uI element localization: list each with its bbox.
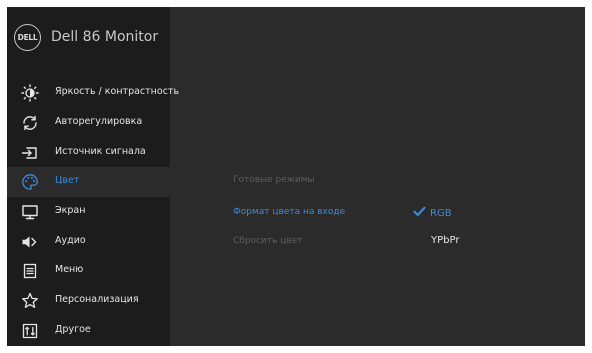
sidebar-item-label: Источник сигнала	[55, 146, 146, 157]
preset-modes-option: Готовые режимы	[233, 175, 315, 185]
sidebar-item-other[interactable]: Другое	[7, 316, 170, 346]
sidebar-item-audio[interactable]: Аудио	[7, 227, 170, 257]
sidebar-item-color[interactable]: Цвет	[7, 167, 170, 197]
color-palette-icon	[21, 173, 39, 191]
osd-header: DELL Dell 86 Monitor	[7, 7, 170, 71]
display-icon	[21, 203, 39, 221]
auto-adjust-icon	[21, 114, 39, 132]
speaker-icon	[21, 233, 39, 251]
sidebar-item-label: Цвет	[55, 175, 80, 186]
sidebar-item-label: Яркость / контрастность	[55, 86, 180, 97]
sidebar-item-personalize[interactable]: Персонализация	[7, 286, 170, 316]
monitor-title: Dell 86 Monitor	[51, 29, 159, 45]
dell-logo: DELL	[14, 24, 41, 51]
sidebar: DELL Dell 86 Monitor Яркость / контрастн…	[7, 7, 179, 346]
sidebar-item-label: Экран	[55, 205, 86, 216]
color-format-rgb-option[interactable]: RGB	[413, 206, 452, 220]
monitor-osd: DELL Dell 86 Monitor Яркость / контрастн…	[7, 7, 585, 346]
sidebar-item-display[interactable]: Экран	[7, 197, 170, 227]
other-icon	[21, 322, 39, 340]
star-icon	[21, 292, 39, 310]
menu-icon	[21, 262, 39, 280]
rgb-label: RGB	[430, 208, 452, 219]
sidebar-item-auto-adjust[interactable]: Авторегулировка	[7, 108, 170, 138]
input-source-icon	[21, 144, 39, 162]
sidebar-item-label: Персонализация	[55, 294, 139, 305]
reset-color-option: Сбросить цвет	[233, 236, 303, 246]
sidebar-item-label: Авторегулировка	[55, 116, 143, 127]
checkmark-icon	[413, 206, 426, 220]
sidebar-item-input-source[interactable]: Источник сигнала	[7, 138, 170, 168]
sidebar-item-label: Другое	[55, 324, 91, 335]
ypbpr-label: YPbPr	[431, 235, 460, 246]
input-color-format-option[interactable]: Формат цвета на входе	[233, 207, 345, 217]
sidebar-item-menu[interactable]: Меню	[7, 256, 170, 286]
sidebar-item-brightness-contrast[interactable]: Яркость / контрастность	[7, 78, 179, 108]
color-format-ypbpr-option[interactable]: YPbPr	[431, 235, 459, 246]
sidebar-item-label: Меню	[55, 264, 84, 275]
brightness-icon	[21, 84, 39, 102]
color-settings-panel: Готовые режимы Формат цвета на входе Сбр…	[170, 7, 585, 346]
sidebar-item-label: Аудио	[55, 235, 86, 246]
